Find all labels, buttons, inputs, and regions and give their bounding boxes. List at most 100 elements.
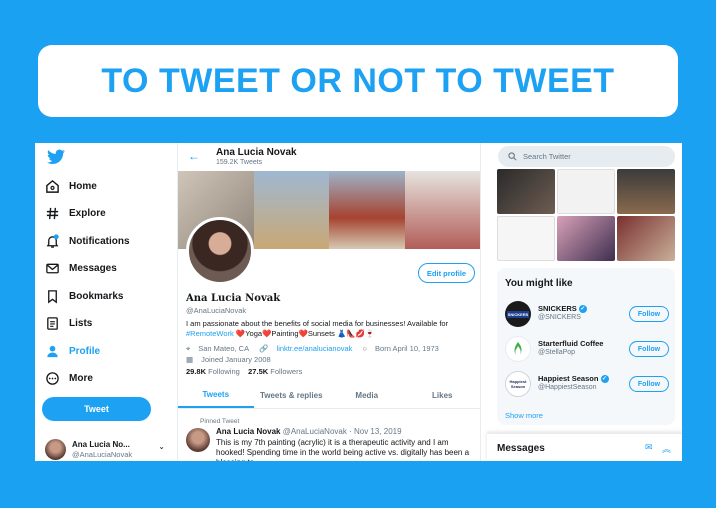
list-icon (47, 316, 58, 330)
follow-button[interactable]: Follow (629, 376, 669, 392)
sidebar-item-more[interactable]: More (45, 367, 93, 389)
show-more-link[interactable]: Show more (505, 411, 543, 420)
twitter-screenshot: Home Explore Notifications Messages Book… (35, 143, 682, 461)
profile-tabs: Tweets Tweets & replies Media Likes (178, 383, 480, 409)
follow-button[interactable]: Follow (629, 341, 669, 357)
bell-icon (46, 233, 59, 248)
suggestion-happiest-season[interactable]: Happiest Season Happiest Season ✓ @Happi… (505, 370, 669, 398)
sidebar-item-label: More (69, 372, 93, 384)
pinned-tweet-label: Pinned Tweet (200, 418, 240, 425)
suggestion-name: SNICKERS (538, 304, 577, 313)
profile-bio: I am passionate about the benefits of so… (186, 319, 476, 339)
profile-avatar[interactable] (186, 217, 254, 285)
sidebar-item-label: Profile (69, 345, 101, 357)
account-name: Ana Lucia No... (72, 440, 130, 449)
header-tweet-count: 159.2K Tweets (216, 159, 263, 166)
twitter-bird-icon[interactable] (47, 149, 65, 165)
profile-meta: ⌖ San Mateo, CA 🔗 linktr.ee/analucianovak … (186, 343, 476, 365)
tab-tweets[interactable]: Tweets (178, 383, 254, 408)
avatar (45, 439, 66, 460)
person-icon (47, 345, 58, 357)
tweet-button[interactable]: Tweet (42, 397, 151, 421)
tweet-author[interactable]: Ana Lucia Novak (216, 427, 280, 436)
follow-button[interactable]: Follow (629, 306, 669, 322)
you-might-like-panel: You might like SNICKERS SNICKERS ✓ @SNIC… (497, 268, 675, 425)
suggestion-handle: @HappiestSeason (538, 384, 597, 391)
account-switcher[interactable]: Ana Lucia No... @AnaLuciaNovak ⌄ (45, 439, 165, 461)
sidebar-item-home[interactable]: Home (45, 175, 97, 197)
suggestion-starterfluid[interactable]: Starterfluid Coffee @StellaPop Follow (505, 335, 669, 363)
back-arrow-icon[interactable]: ← (188, 149, 200, 163)
location-icon: ⌖ (186, 344, 191, 353)
chevron-down-icon: ⌄ (158, 442, 165, 451)
edit-profile-button[interactable]: Edit profile (418, 263, 475, 283)
panel-title: You might like (505, 278, 573, 289)
avatar[interactable] (186, 428, 210, 452)
profile-name: Ana Lucia Novak (186, 293, 281, 304)
profile-header: ← Ana Lucia Novak 159.2K Tweets (178, 143, 480, 171)
suggestion-name: Happiest Season (538, 374, 599, 383)
tweet-handle-date: @AnaLuciaNovak · Nov 13, 2019 (282, 427, 402, 436)
sidebar-item-profile[interactable]: Profile (45, 340, 100, 362)
sidebar-item-explore[interactable]: Explore (45, 202, 106, 224)
tweet-header: Ana Lucia Novak @AnaLuciaNovak · Nov 13,… (216, 427, 402, 436)
bookmark-icon (48, 289, 57, 303)
sidebar-item-label: Messages (69, 262, 117, 274)
sidebar-item-label: Home (69, 180, 97, 192)
following-link[interactable]: 29.8K Following (186, 367, 240, 376)
sidebar-item-lists[interactable]: Lists (45, 312, 92, 334)
link-icon: 🔗 (259, 344, 269, 353)
bio-line: I am passionate about the benefits of so… (186, 319, 449, 328)
hashtag-icon (46, 207, 59, 219)
chevron-up-icon[interactable]: ︽ (662, 442, 671, 455)
header-name: Ana Lucia Novak (216, 147, 297, 158)
tab-likes[interactable]: Likes (405, 383, 481, 408)
messages-drawer[interactable]: Messages ✉ ︽ (487, 433, 682, 461)
sidebar-item-label: Lists (69, 317, 93, 329)
sidebar-nav: Home Explore Notifications Messages Book… (35, 143, 170, 461)
new-message-icon[interactable]: ✉ (645, 442, 653, 453)
profile-handle: @AnaLuciaNovak (186, 306, 247, 315)
envelope-icon (46, 263, 59, 273)
flame-logo-icon (514, 342, 522, 355)
suggestion-handle: @SNICKERS (538, 314, 581, 321)
account-handle: @AnaLuciaNovak (72, 450, 133, 459)
profile-column: ← Ana Lucia Novak 159.2K Tweets Edit pro… (177, 143, 481, 461)
avatar: Happiest Season (505, 371, 531, 397)
home-icon (46, 179, 59, 193)
suggestion-snickers[interactable]: SNICKERS SNICKERS ✓ @SNICKERS Follow (505, 300, 669, 328)
messages-title: Messages (497, 443, 545, 454)
balloon-icon: ○ (362, 344, 368, 353)
sidebar-item-label: Explore (69, 207, 106, 219)
sidebar-item-notifications[interactable]: Notifications (45, 230, 130, 252)
tweet-text[interactable]: This is my 7th painting (acrylic) it is … (216, 438, 478, 461)
right-sidebar: Search Twitter You might like SNICKERS S… (487, 143, 682, 461)
suggestion-name: Starterfluid Coffee (538, 339, 604, 348)
calendar-icon: ▦ (186, 355, 194, 364)
search-input[interactable]: Search Twitter (498, 146, 675, 167)
search-placeholder: Search Twitter (523, 152, 571, 161)
followers-link[interactable]: 27.5K Followers (248, 367, 302, 376)
bio-line: ❤️Yoga❤️Painting❤️Sunsets 👗👠💋🍷 (233, 329, 375, 338)
tab-media[interactable]: Media (329, 383, 405, 408)
profile-joined: Joined January 2008 (201, 355, 271, 364)
sidebar-item-bookmarks[interactable]: Bookmarks (45, 285, 123, 307)
sidebar-item-label: Notifications (69, 235, 130, 247)
banner-title: TO TWEET OR NOT TO TWEET (101, 61, 615, 100)
profile-born: Born April 10, 1973 (375, 344, 439, 353)
sidebar-item-messages[interactable]: Messages (45, 257, 117, 279)
sidebar-item-label: Bookmarks (69, 290, 124, 302)
media-grid[interactable] (497, 169, 675, 261)
profile-location: San Mateo, CA (198, 344, 250, 353)
suggestion-handle: @StellaPop (538, 349, 576, 356)
follow-stats: 29.8K Following 27.5K Followers (186, 367, 302, 376)
verified-icon: ✓ (600, 375, 609, 384)
profile-link[interactable]: linktr.ee/analucianovak (277, 344, 353, 353)
more-icon (46, 371, 59, 385)
tab-tweets-replies[interactable]: Tweets & replies (254, 383, 330, 408)
search-icon (508, 152, 517, 161)
avatar: SNICKERS (505, 301, 531, 327)
avatar (505, 336, 531, 362)
title-banner: TO TWEET OR NOT TO TWEET (38, 45, 678, 117)
hashtag-link[interactable]: #RemoteWork (186, 329, 234, 338)
